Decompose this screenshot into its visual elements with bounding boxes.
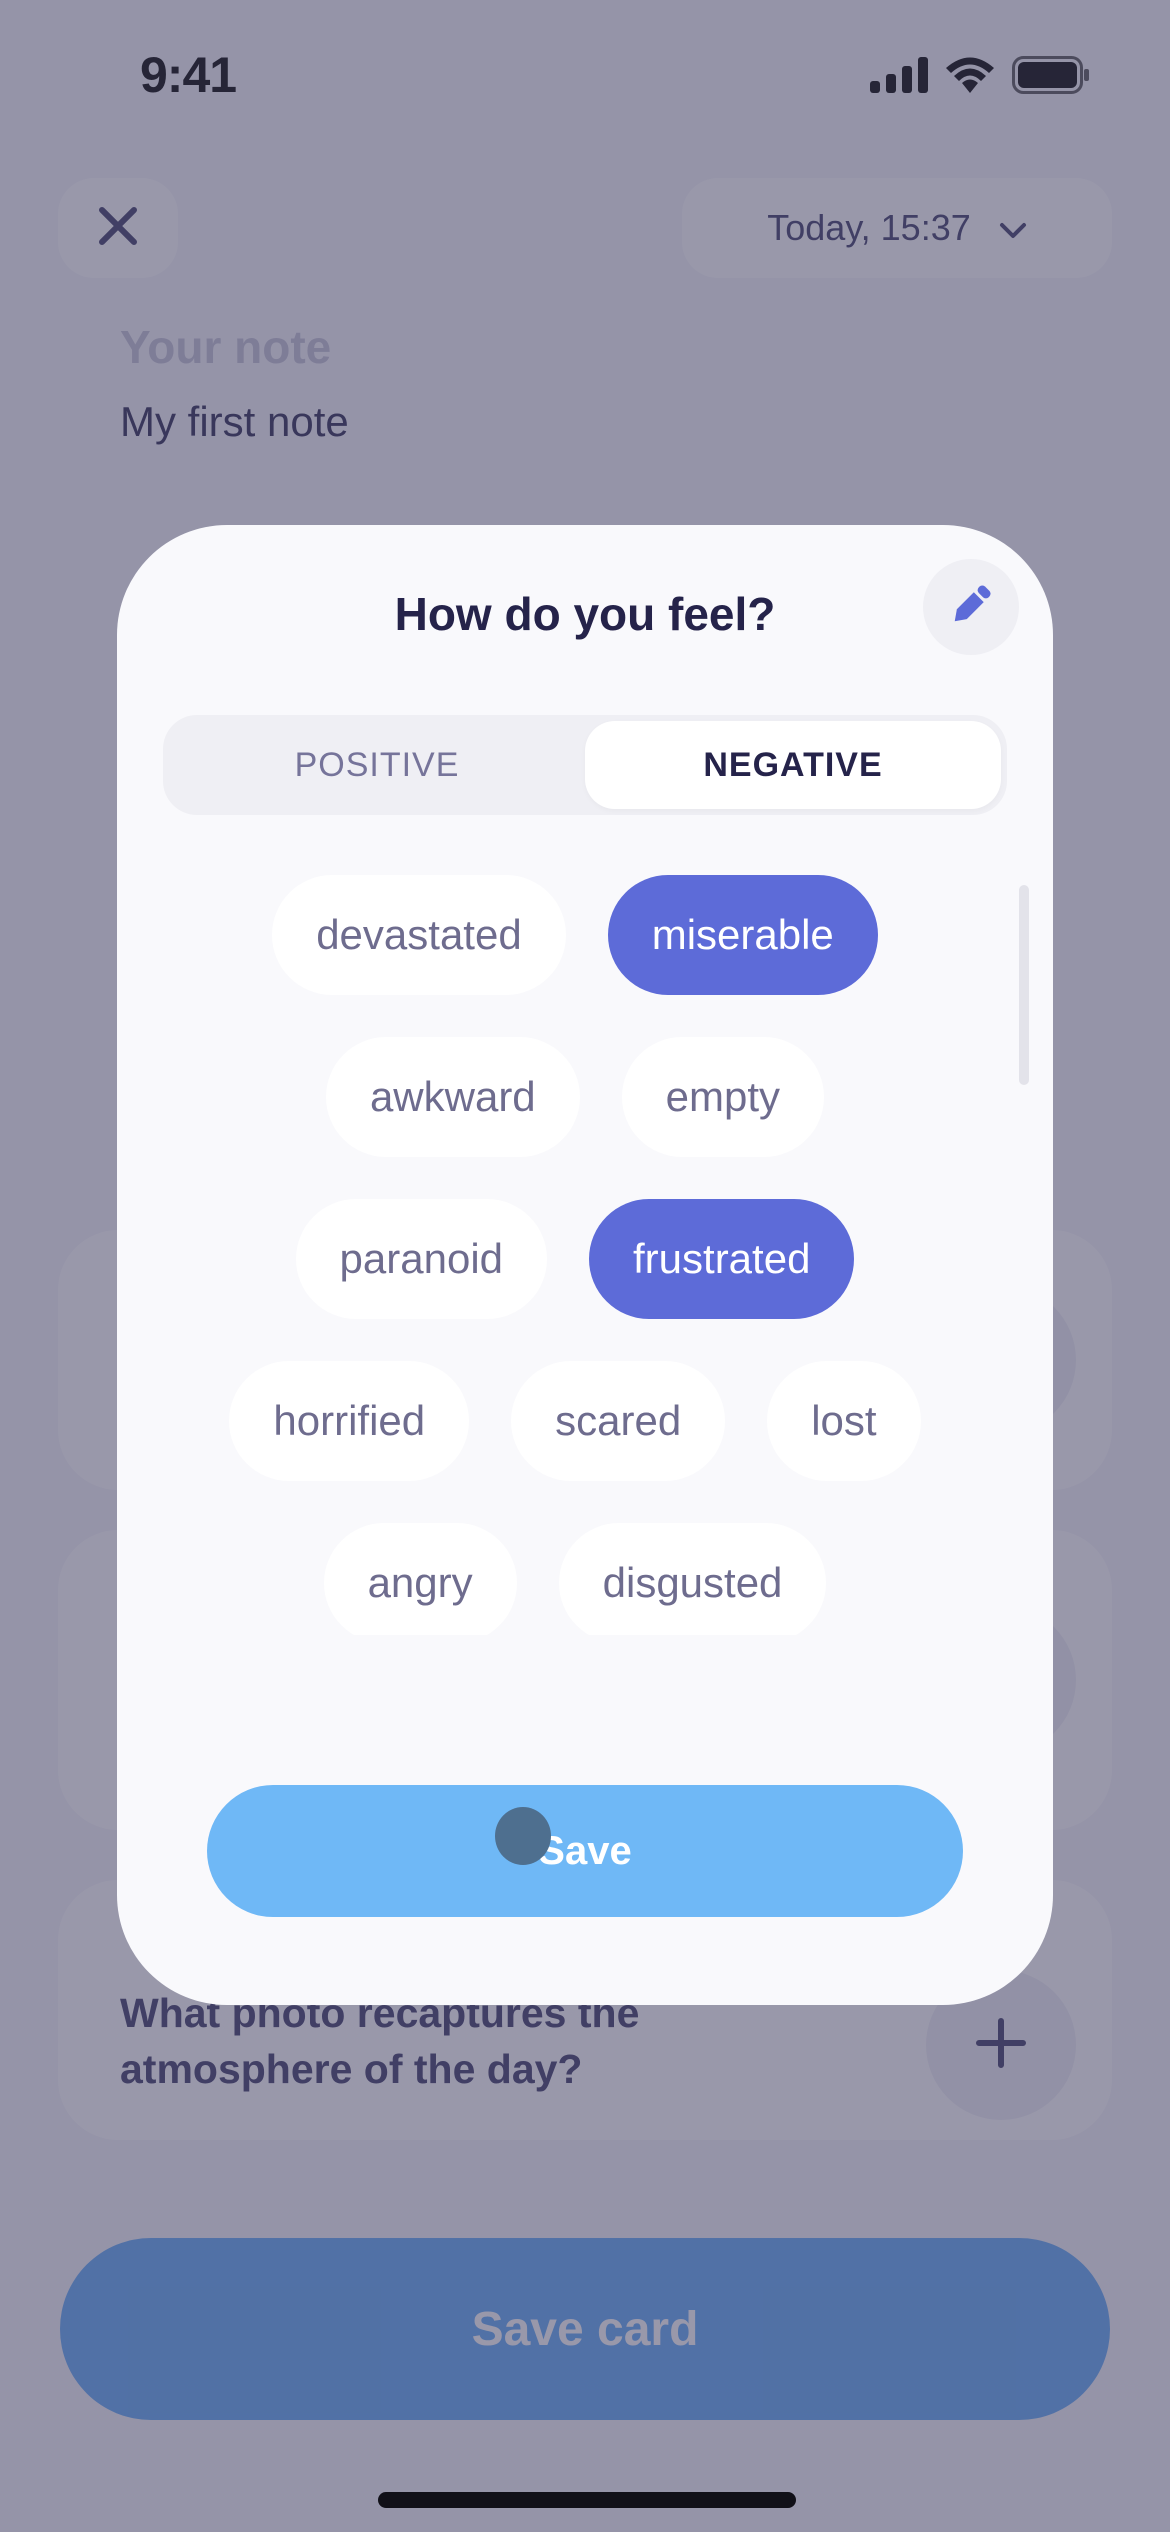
feeling-chip-disgusted[interactable]: disgusted [558,1523,827,1635]
feeling-chip-lost[interactable]: lost [767,1361,921,1481]
touch-indicator [495,1807,551,1865]
feelings-list: devastated miserable awkward empty paran… [157,875,993,1635]
chip-row: horrified scared lost [157,1361,993,1481]
chip-row: angry disgusted [157,1523,993,1635]
feeling-chip-awkward[interactable]: awkward [325,1037,580,1157]
chip-row: devastated miserable [157,875,993,995]
home-indicator[interactable] [378,2492,796,2508]
chip-row: awkward empty [157,1037,993,1157]
edit-feelings-button[interactable] [923,559,1019,655]
feelings-scrollbar[interactable] [1019,885,1029,1085]
feeling-chip-empty[interactable]: empty [621,1037,825,1157]
feeling-chip-miserable[interactable]: miserable [607,875,878,995]
feeling-chip-scared[interactable]: scared [511,1361,726,1481]
tab-positive[interactable]: POSITIVE [169,721,585,809]
feeling-chip-horrified[interactable]: horrified [229,1361,470,1481]
tab-negative[interactable]: NEGATIVE [585,721,1001,809]
modal-title: How do you feel? [394,588,776,640]
pencil-icon [946,580,996,635]
feeling-type-tabs: POSITIVE NEGATIVE [163,715,1007,815]
chip-row: paranoid frustrated [157,1199,993,1319]
feeling-chip-devastated[interactable]: devastated [272,875,566,995]
save-feelings-button[interactable]: Save [207,1785,963,1917]
feeling-chip-paranoid[interactable]: paranoid [295,1199,548,1319]
feeling-chip-angry[interactable]: angry [323,1523,517,1635]
feelings-modal: How do you feel? POSITIVE NEGATIVE devas… [117,525,1053,2005]
feeling-chip-frustrated[interactable]: frustrated [589,1199,855,1319]
